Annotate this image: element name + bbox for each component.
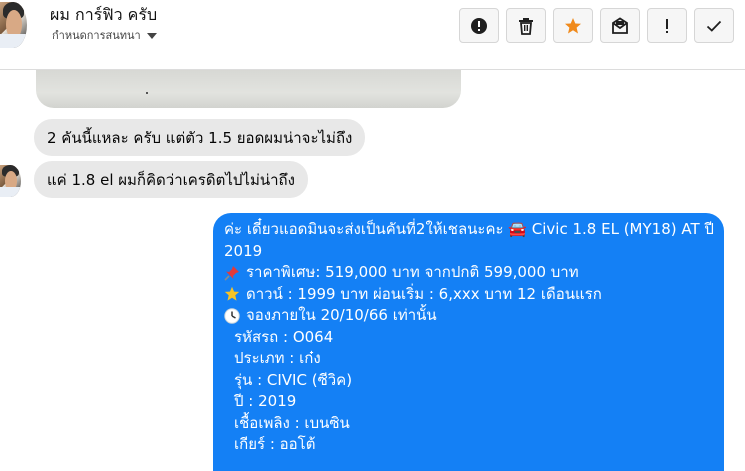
clock-icon [224, 308, 240, 324]
report-button[interactable] [459, 8, 499, 43]
message-text: 2019 [224, 241, 263, 260]
conversation-label-dropdown[interactable]: กำหนดการสนทนา [52, 26, 157, 44]
car-year-text: ปี : 2019 [234, 392, 297, 410]
avatar-shirt [0, 34, 27, 48]
image-detail [146, 92, 148, 94]
star-button[interactable] [553, 8, 593, 43]
important-button[interactable] [647, 8, 687, 43]
contact-avatar[interactable] [0, 2, 27, 48]
fuel-text: เชื้อเพลิง : เบนซิน [234, 413, 350, 432]
car-model-text: รุ่น : CIVIC (ซีวิค) [234, 370, 353, 389]
outgoing-message-bubble[interactable]: ค่ะ เดี๋ยวแอดมินจะส่งเป็นคันที่2ให้เชลนะ… [213, 213, 724, 471]
message-line: ประเภท : เก๋ง [224, 348, 712, 370]
conversation-header: ผม การ์ฟิว ครับ กำหนดการสนทนา [0, 0, 745, 70]
image-attachment[interactable] [36, 70, 461, 108]
message-line: ราคาพิเศษ: 519,000 บาท จากปกติ 599,000 บ… [224, 262, 712, 284]
message-text: 2 คันนี้แหละ ครับ แต่ตัว 1.5 ยอดผมน่าจะไ… [47, 128, 353, 147]
sender-avatar[interactable] [0, 165, 21, 197]
mark-unread-button[interactable] [600, 8, 640, 43]
envelope-icon [612, 16, 628, 34]
message-line: เชื้อเพลิง : เบนซิน [224, 413, 712, 435]
message-line: ค่ะ เดี๋ยวแอดมินจะส่งเป็นคันที่2ให้เชลนะ… [224, 219, 714, 241]
down-payment-text: ดาวน์ : 1999 บาท ผ่อนเริ่ม : 6,xxx บาท 1… [246, 284, 602, 303]
check-icon [706, 20, 722, 32]
pushpin-icon [224, 265, 239, 281]
star-emoji-icon [224, 287, 240, 301]
contact-name[interactable]: ผม การ์ฟิว ครับ [50, 3, 157, 28]
message-line: รหัสรถ : O064 [224, 327, 712, 349]
done-button[interactable] [694, 8, 734, 43]
message-line: จองภายใน 20/10/66 เท่านั้น [224, 305, 712, 327]
alert-circle-icon [471, 17, 487, 34]
message-text: แค่ 1.8 el ผมก็คิดว่าเครดิตไปไม่น่าถึง [47, 170, 295, 189]
gear-text: เกียร์ : ออโต้ [234, 435, 316, 453]
message-line: รุ่น : CIVIC (ซีวิค) [224, 370, 712, 392]
action-toolbar [459, 8, 734, 43]
exclamation-icon [666, 18, 668, 33]
message-line: ปี : 2019 [224, 391, 712, 413]
trash-icon [519, 17, 533, 35]
message-text: ค่ะ เดี๋ยวแอดมินจะส่งเป็นคันที่2ให้เชลนะ… [224, 220, 714, 238]
chevron-down-icon [146, 33, 157, 39]
message-line: 2019 [224, 241, 712, 263]
conversation-label-text: กำหนดการสนทนา [52, 29, 141, 42]
incoming-message-bubble[interactable]: แค่ 1.8 el ผมก็คิดว่าเครดิตไปไม่น่าถึง [34, 161, 308, 198]
star-icon [565, 17, 581, 33]
car-code-text: รหัสรถ : O064 [234, 327, 334, 346]
message-line: ดาวน์ : 1999 บาท ผ่อนเริ่ม : 6,xxx บาท 1… [224, 284, 712, 306]
car-type-text: ประเภท : เก๋ง [234, 349, 321, 367]
price-text: ราคาพิเศษ: 519,000 บาท จากปกติ 599,000 บ… [246, 263, 579, 281]
booking-deadline-text: จองภายใน 20/10/66 เท่านั้น [246, 306, 437, 324]
message-line: เกียร์ : ออโต้ [224, 434, 712, 456]
incoming-message-bubble[interactable]: 2 คันนี้แหละ ครับ แต่ตัว 1.5 ยอดผมน่าจะไ… [34, 119, 366, 156]
avatar-shirt [0, 187, 21, 197]
delete-button[interactable] [506, 8, 546, 43]
